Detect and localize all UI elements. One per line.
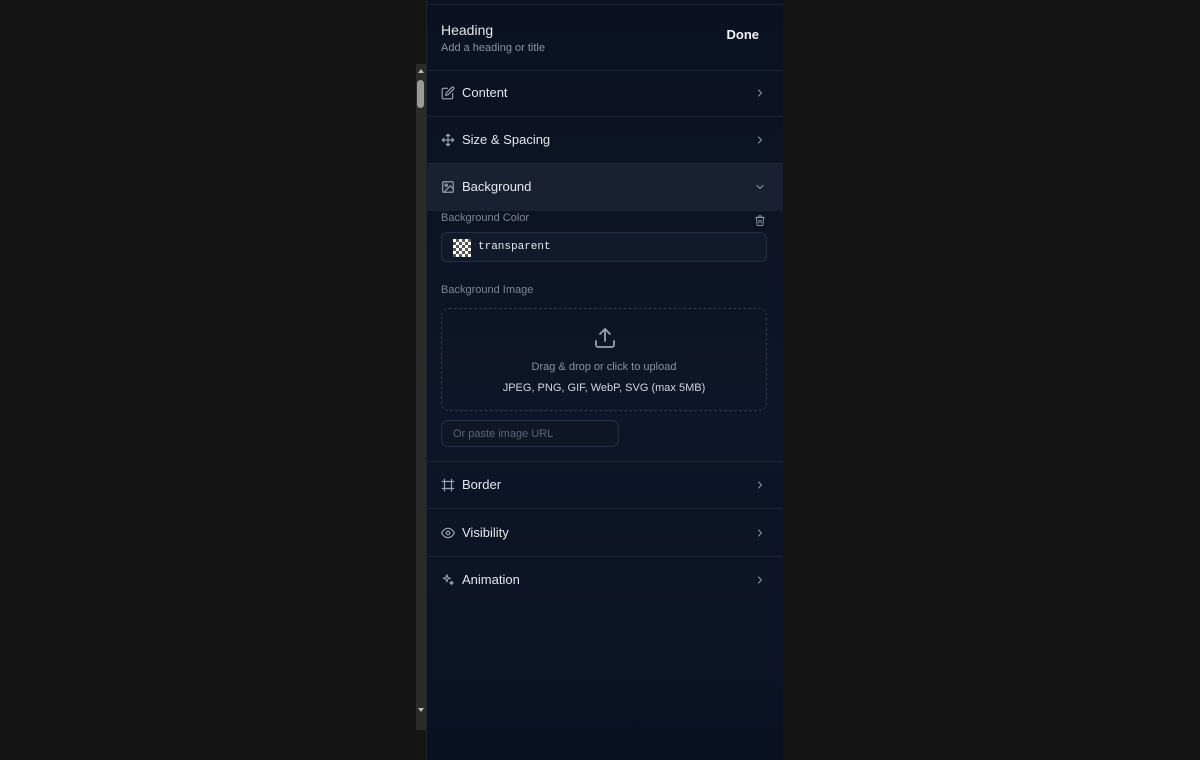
section-border[interactable]: Border xyxy=(427,462,783,509)
frame-icon xyxy=(441,478,455,492)
dropzone-instructions: Drag & drop or click to upload xyxy=(531,361,677,373)
color-swatch[interactable] xyxy=(453,239,471,257)
properties-panel: Heading Add a heading or title Done Cont… xyxy=(426,0,783,760)
chevron-down-icon xyxy=(754,181,766,193)
section-content-label: Content xyxy=(462,85,508,100)
background-section-body: Background Color transparent Background … xyxy=(427,211,783,462)
eye-icon xyxy=(441,526,455,540)
panel-title: Heading xyxy=(441,22,494,38)
background-color-value: transparent xyxy=(478,241,551,253)
section-background-label: Background xyxy=(462,179,532,194)
chevron-right-icon xyxy=(754,527,766,539)
section-size-spacing[interactable]: Size & Spacing xyxy=(427,117,783,164)
image-upload-dropzone[interactable]: Drag & drop or click to upload JPEG, PNG… xyxy=(441,308,767,411)
scroll-up-arrow-icon[interactable] xyxy=(418,69,424,73)
section-animation[interactable]: Animation xyxy=(427,557,783,604)
scrollbar[interactable] xyxy=(416,64,426,730)
section-border-label: Border xyxy=(462,477,502,492)
scroll-down-arrow-icon[interactable] xyxy=(418,708,424,712)
section-animation-label: Animation xyxy=(462,572,520,587)
section-visibility-label: Visibility xyxy=(462,525,509,540)
background-color-label: Background Color xyxy=(441,212,530,224)
image-url-input[interactable] xyxy=(441,420,619,447)
background-image-label: Background Image xyxy=(441,284,534,296)
chevron-right-icon xyxy=(754,574,766,586)
scroll-gutter-bottom xyxy=(416,730,426,760)
scrollbar-thumb[interactable] xyxy=(417,80,424,108)
trash-icon[interactable] xyxy=(754,214,766,227)
edit-icon xyxy=(441,86,455,100)
move-icon xyxy=(441,133,455,147)
dropzone-formats: JPEG, PNG, GIF, WebP, SVG (max 5MB) xyxy=(502,382,706,394)
panel-header: Heading Add a heading or title Done xyxy=(427,5,783,71)
scroll-gutter-top xyxy=(416,0,426,64)
chevron-right-icon xyxy=(754,87,766,99)
section-size-spacing-label: Size & Spacing xyxy=(462,132,551,147)
background-color-input[interactable]: transparent xyxy=(441,232,767,262)
chevron-right-icon xyxy=(754,134,766,146)
section-visibility[interactable]: Visibility xyxy=(427,510,783,557)
sparkles-icon xyxy=(441,573,455,587)
section-background[interactable]: Background xyxy=(427,164,783,211)
panel-subtitle: Add a heading or title xyxy=(441,42,545,54)
upload-icon xyxy=(593,326,617,350)
section-content[interactable]: Content xyxy=(427,70,783,117)
done-button[interactable]: Done xyxy=(727,27,760,42)
image-icon xyxy=(441,180,455,194)
chevron-right-icon xyxy=(754,479,766,491)
